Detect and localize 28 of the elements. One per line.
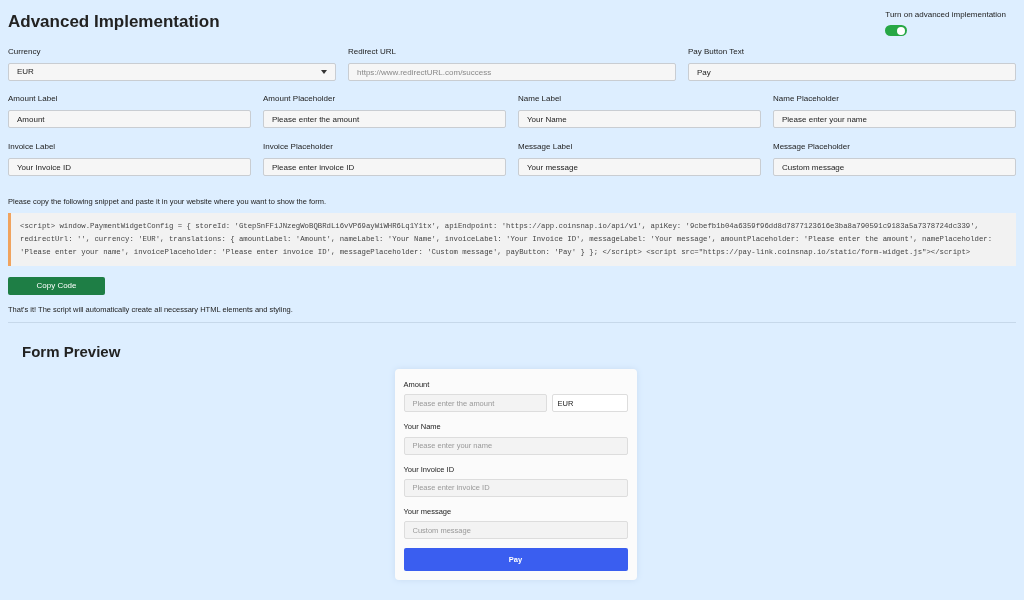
field-label: Message Label [518,141,574,153]
input-field[interactable]: Your Invoice ID [8,158,251,176]
field-label: Name Label [518,93,563,105]
field-label: Invoice Placeholder [263,141,334,153]
field-label: Amount Label [8,93,59,105]
input-field[interactable]: Please enter your name [773,110,1016,128]
input-field[interactable]: Please enter the amount [263,110,506,128]
field-label: Pay Button Text [688,46,745,58]
field-label: Name Placeholder [773,93,840,105]
input-field[interactable]: Please enter invoice ID [263,158,506,176]
section-title: Form Preview [22,341,122,362]
input-field[interactable]: Custom message [773,158,1016,176]
input-field[interactable]: Your message [518,158,761,176]
field-label: Currency [8,46,42,58]
input-field[interactable]: https://www.redirectURL.com/success [348,63,676,81]
currency-select[interactable]: EUR [8,63,336,81]
toggle-label: Turn on advanced implementation [885,9,1006,21]
caret-icon [321,70,327,74]
input-field[interactable]: Pay [688,63,1016,81]
input-field[interactable]: Your Name [518,110,761,128]
input-field[interactable]: Amount [8,110,251,128]
copy-code-button[interactable]: Copy Code [8,277,105,296]
advanced-toggle[interactable] [885,25,908,36]
field-label: Redirect URL [348,46,397,58]
field-label: Invoice Label [8,141,57,153]
page-title: Advanced Implementation [8,11,220,33]
field-label: Message Placeholder [773,141,851,153]
field-label: Amount Placeholder [263,93,337,105]
